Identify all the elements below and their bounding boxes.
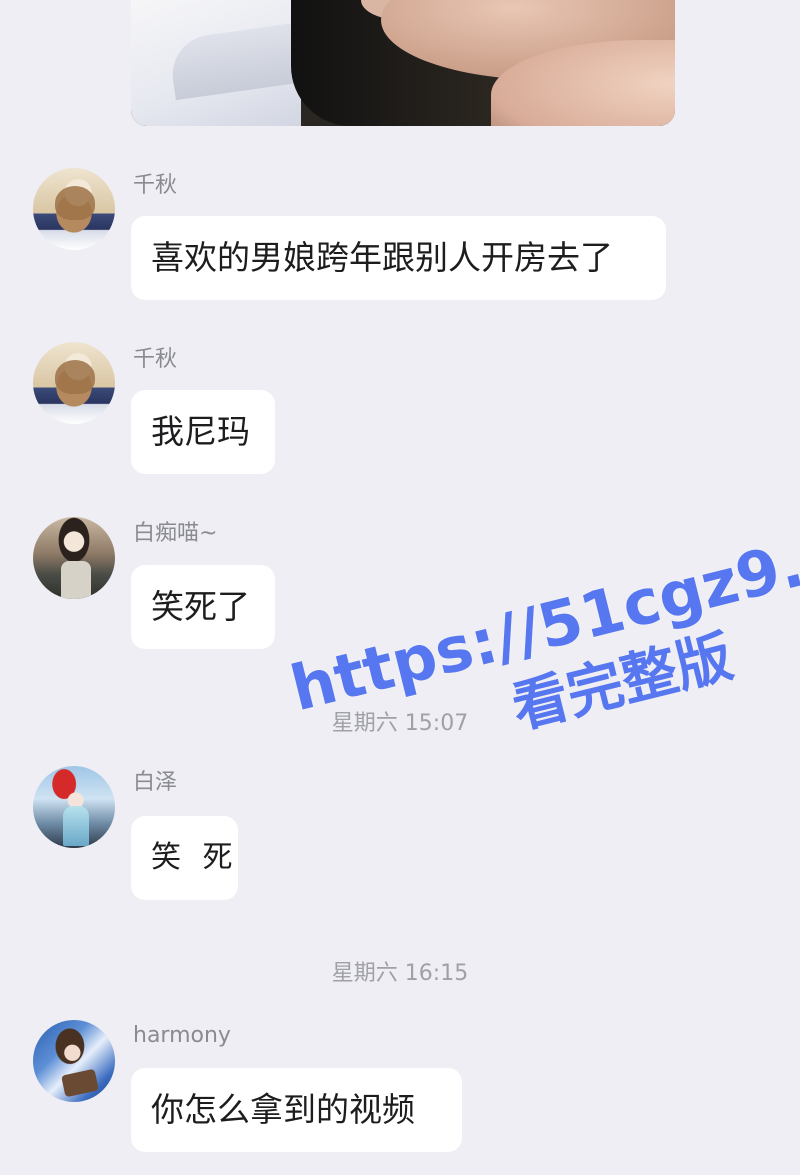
sender-name: 白痴喵~ xyxy=(133,521,218,546)
avatar[interactable] xyxy=(33,517,115,599)
message-bubble[interactable]: 笑死了 xyxy=(131,565,275,649)
sender-name: harmony xyxy=(133,1023,231,1048)
avatar[interactable] xyxy=(33,1020,115,1102)
timestamp: 星期六 16:15 xyxy=(331,961,469,986)
message-bubble[interactable]: 笑 死 xyxy=(131,816,238,900)
image-message[interactable] xyxy=(131,0,675,126)
sender-name: 千秋 xyxy=(133,347,178,372)
watermark-url: https://51cgz9.com xyxy=(283,492,800,726)
message-bubble[interactable]: 你怎么拿到的视频 xyxy=(131,1068,462,1152)
sender-name: 千秋 xyxy=(133,173,178,198)
message-bubble[interactable]: 喜欢的男娘跨年跟别人开房去了 xyxy=(131,216,666,300)
chat-view: 千秋 喜欢的男娘跨年跟别人开房去了 千秋 我尼玛 白痴喵~ 笑死了 星期六 15… xyxy=(0,0,800,1175)
avatar[interactable] xyxy=(33,342,115,424)
avatar[interactable] xyxy=(33,766,115,848)
message-bubble[interactable]: 我尼玛 xyxy=(131,390,275,474)
sender-name: 白泽 xyxy=(133,770,178,795)
timestamp: 星期六 15:07 xyxy=(331,711,469,736)
avatar[interactable] xyxy=(33,168,115,250)
